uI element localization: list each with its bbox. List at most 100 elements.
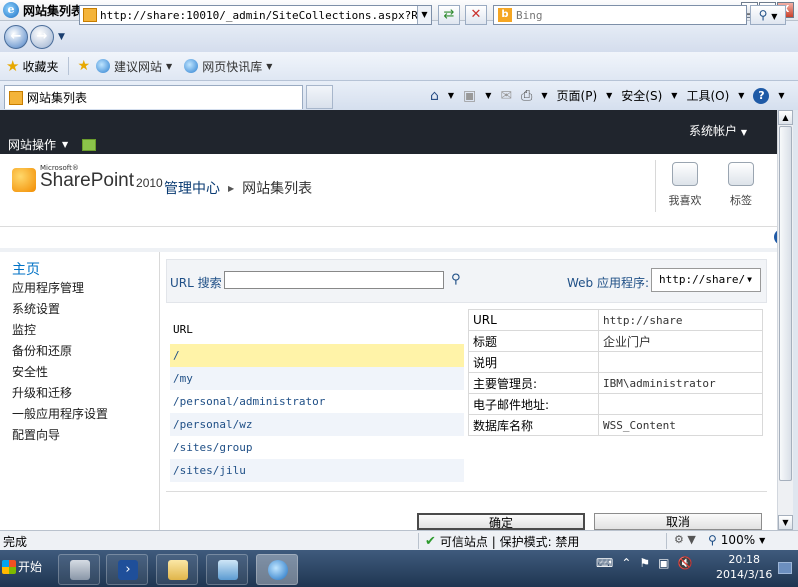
breadcrumb-central-admin[interactable]: 管理中心 — [164, 178, 220, 198]
zoom-control[interactable]: ⚲ 100% ▼ — [708, 533, 765, 547]
command-bar: 网站集列表 ⌂ ▼ ▣ ▼ ✉ ⎙ ▼ 页面(P) ▼ 安全(S) ▼ 工具(O) ▼ ? ▼ — [0, 81, 798, 110]
tab-site-collections[interactable]: 网站集列表 — [4, 85, 303, 109]
page-menu[interactable]: 页面(P) — [557, 87, 598, 104]
nav-list: 应用程序管理 系统设置 监控 备份和还原 安全性 升级和迁移 一般应用程序设置 … — [12, 280, 108, 448]
search-icon: ⚲ — [758, 8, 768, 22]
i-like-it-button[interactable]: 我喜欢 — [663, 160, 707, 208]
suggested-sites-link[interactable]: 建议网站 ▼ — [96, 58, 172, 75]
nav-item-system-settings[interactable]: 系统设置 — [12, 301, 108, 322]
home-icon[interactable]: ⌂ — [430, 88, 439, 104]
status-text: 完成 — [3, 535, 28, 549]
address-url[interactable]: http://share:10010/_admin/SiteCollection… — [100, 9, 417, 22]
app-icon — [218, 560, 238, 580]
refresh-button[interactable]: ⇄ — [438, 5, 460, 25]
taskbar-internet-explorer[interactable] — [256, 554, 298, 585]
status-separator — [666, 533, 667, 549]
tools-menu[interactable]: 工具(O) — [686, 87, 729, 104]
chevron-down-icon[interactable]: ▼ — [541, 91, 547, 100]
windows-logo-icon — [2, 559, 16, 574]
scroll-thumb[interactable] — [779, 126, 792, 481]
show-desktop-icon[interactable] — [778, 562, 792, 574]
keyboard-icon[interactable]: ⌨ — [596, 556, 613, 570]
table-row: 主要管理员: IBM\administrator — [468, 372, 763, 394]
chevron-down-icon[interactable]: ▼ — [778, 91, 784, 100]
site-actions-menu[interactable]: 网站操作 ▼ — [8, 136, 97, 153]
scroll-up-icon[interactable]: ▲ — [778, 110, 793, 125]
ie-taskbar-icon — [268, 560, 288, 580]
start-button[interactable]: 开始 — [2, 558, 42, 575]
forward-button[interactable]: → — [30, 24, 54, 49]
search-icon[interactable]: ⚲ — [451, 272, 461, 287]
chevron-down-icon[interactable]: ▼ — [485, 91, 491, 100]
scroll-down-icon[interactable]: ▼ — [778, 515, 793, 530]
nav-item-monitoring[interactable]: 监控 — [12, 322, 108, 343]
web-application-select[interactable]: http://share/ ▼ — [651, 268, 761, 292]
favorites-button[interactable]: 收藏夹 — [22, 58, 58, 75]
taskbar-clock[interactable]: 20:18 2014/3/16 — [716, 552, 772, 582]
nav-home[interactable]: 主页 — [12, 259, 40, 279]
nav-item-configuration-wizards[interactable]: 配置向导 — [12, 427, 108, 448]
taskbar-app[interactable] — [206, 554, 248, 585]
tags-button[interactable]: 标签 — [719, 160, 763, 208]
new-tab-button[interactable] — [306, 85, 333, 109]
feeds-icon[interactable]: ▣ — [463, 88, 476, 104]
account-menu[interactable]: 系统帐户 ▼ — [689, 122, 747, 139]
list-item[interactable]: /personal/administrator — [170, 390, 464, 413]
system-tray: ⌨ ⌃ ⚑ ▣ 🔇 — [596, 556, 692, 570]
list-item[interactable]: /personal/wz — [170, 413, 464, 436]
chevron-down-icon[interactable]: ▼ — [448, 91, 454, 100]
taskbar-powershell[interactable]: › — [106, 554, 148, 585]
stop-button[interactable]: ✕ — [465, 5, 487, 25]
nav-item-upgrade-migration[interactable]: 升级和迁移 — [12, 385, 108, 406]
add-favorites-icon[interactable]: ★ — [77, 58, 90, 74]
property-key: 说明 — [468, 351, 599, 373]
chevron-down-icon[interactable]: ▼ — [671, 91, 677, 100]
url-search-input[interactable] — [224, 271, 444, 289]
server-manager-icon — [70, 560, 90, 580]
chevron-down-icon[interactable]: ▼ — [606, 91, 612, 100]
network-icon[interactable]: ▣ — [658, 556, 669, 570]
history-dropdown-icon[interactable]: ▼ — [58, 32, 65, 42]
back-button[interactable]: ← — [4, 24, 28, 49]
tray-expand-icon[interactable]: ⌃ — [621, 556, 631, 570]
security-settings-icon[interactable]: ⚙ ▼ — [674, 533, 696, 546]
list-item[interactable]: /sites/group — [170, 436, 464, 459]
web-slice-gallery-link[interactable]: 网页快讯库 ▼ — [184, 58, 272, 75]
ok-button[interactable]: 确定 — [417, 513, 585, 530]
safety-menu[interactable]: 安全(S) — [621, 87, 662, 104]
help-icon[interactable]: ? — [753, 87, 770, 104]
print-icon[interactable]: ⎙ — [521, 88, 532, 104]
search-placeholder[interactable]: Bing — [516, 9, 543, 22]
start-label: 开始 — [18, 560, 43, 574]
taskbar-server-manager[interactable] — [58, 554, 100, 585]
volume-muted-icon[interactable]: 🔇 — [678, 556, 693, 570]
property-key: 主要管理员: — [468, 372, 599, 394]
nav-item-security[interactable]: 安全性 — [12, 364, 108, 385]
chevron-down-icon[interactable]: ▼ — [738, 91, 744, 100]
list-item[interactable]: / — [170, 344, 464, 367]
nav-item-backup-restore[interactable]: 备份和还原 — [12, 343, 108, 364]
taskbar-explorer[interactable] — [156, 554, 198, 585]
cancel-button[interactable]: 取消 — [594, 513, 762, 530]
action-center-flag-icon[interactable]: ⚑ — [639, 556, 650, 570]
search-box[interactable]: b Bing — [493, 5, 747, 25]
address-bar[interactable]: http://share:10010/_admin/SiteCollection… — [79, 5, 432, 25]
list-item[interactable]: /my — [170, 367, 464, 390]
vertical-scrollbar[interactable]: ▲ ▼ — [777, 110, 793, 530]
nav-item-application-management[interactable]: 应用程序管理 — [12, 280, 108, 301]
status-bar: 完成 ✔ 可信站点 | 保护模式: 禁用 ⚙ ▼ ⚲ 100% ▼ — [0, 530, 798, 550]
address-dropdown-icon[interactable]: ▼ — [417, 6, 431, 24]
nav-item-general-settings[interactable]: 一般应用程序设置 — [12, 406, 108, 427]
property-key: URL — [468, 309, 599, 331]
list-item[interactable]: /sites/jilu — [170, 459, 464, 482]
logo-name: SharePoint — [40, 170, 135, 191]
chevron-down-icon: ▼ — [759, 535, 766, 545]
left-navigation: 主页 应用程序管理 系统设置 监控 备份和还原 安全性 升级和迁移 一般应用程序… — [0, 252, 160, 530]
search-button[interactable]: ⚲ ▼ — [750, 5, 786, 25]
zoom-icon: ⚲ — [708, 533, 717, 547]
mail-icon[interactable]: ✉ — [500, 88, 512, 104]
security-zone[interactable]: ✔ 可信站点 | 保护模式: 禁用 — [425, 533, 579, 550]
web-slice-gallery-label: 网页快讯库 — [202, 59, 263, 74]
navigate-up-icon[interactable] — [82, 138, 97, 151]
tab-title: 网站集列表 — [27, 91, 88, 105]
